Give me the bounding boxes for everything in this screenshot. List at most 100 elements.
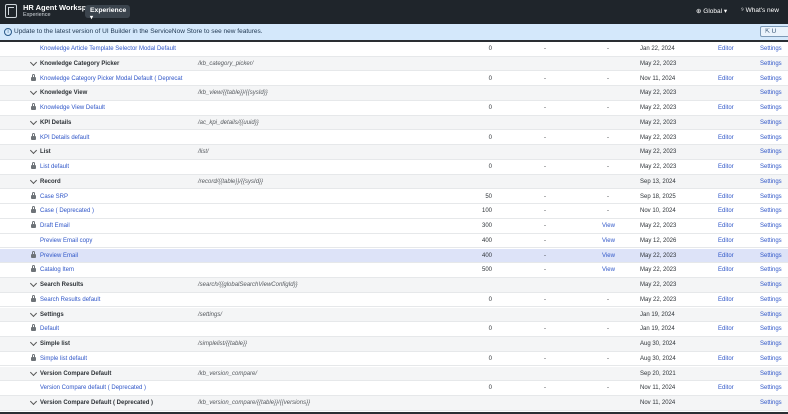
page-variant-row[interactable]: Preview Email copy 400 - View May 12, 2026 Ed… — [0, 234, 788, 249]
settings-link[interactable]: Settings — [760, 371, 782, 377]
whats-new-label: What's new — [745, 7, 779, 14]
update-button[interactable]: ⇱ U — [760, 26, 788, 37]
page-variant-row[interactable]: Catalog Item 500 - View May 22, 2023 Editor Se… — [0, 263, 788, 278]
settings-link[interactable]: Settings — [760, 149, 782, 155]
page-variant-row[interactable]: Version Compare default ( Deprecated ) 0 -… — [0, 381, 788, 396]
editor-link[interactable]: Editor — [718, 253, 734, 259]
route-group-row[interactable]: Version Compare Default/kb_version_compa… — [0, 366, 788, 382]
settings-link[interactable]: Settings — [760, 90, 782, 96]
settings-link[interactable]: Settings — [760, 208, 782, 214]
route-group-row[interactable]: Simple list/simplelist/{{table}} Aug 30, … — [0, 337, 788, 352]
route-group-row[interactable]: Record/record/{{table}}/{{sysId}} Sep 13,… — [0, 174, 788, 190]
route-group-row[interactable]: List/list/May 22, 2023 Settings — [0, 145, 788, 160]
page-variant-row[interactable]: Search Results default 0 - - May 22, 2023 Edi… — [0, 293, 788, 308]
global-scope-picker[interactable]: ⊕ Global ▾ — [696, 7, 727, 15]
settings-link[interactable]: Settings — [760, 223, 782, 229]
variant-name-link[interactable]: Default — [40, 326, 59, 332]
page-variant-row[interactable]: KPI Details default 0 - - May 22, 2023 Editor… — [0, 131, 788, 146]
editor-link[interactable]: Editor — [718, 135, 734, 141]
page-variant-row[interactable]: Case SRP 50 - - Sep 18, 2025 Editor Settings — [0, 190, 788, 205]
variant-name-link[interactable]: Case SRP — [40, 194, 68, 200]
settings-link[interactable]: Settings — [760, 312, 782, 318]
settings-link[interactable]: Settings — [760, 282, 782, 288]
page-variant-row[interactable]: Simple list default 0 - - Aug 30, 2024 Editor… — [0, 352, 788, 367]
editor-link[interactable]: Editor — [718, 297, 734, 303]
variant-name-link[interactable]: Knowledge Category Picker Modal Default … — [40, 76, 182, 82]
variant-name-link[interactable]: Knowledge View Default — [40, 105, 105, 111]
settings-link[interactable]: Settings — [760, 253, 782, 259]
editor-link[interactable]: Editor — [718, 76, 734, 82]
settings-link[interactable]: Settings — [760, 46, 782, 52]
settings-link[interactable]: Settings — [760, 120, 782, 126]
editor-link[interactable]: Editor — [718, 208, 734, 214]
variant-name-link[interactable]: Draft Email — [40, 223, 70, 229]
view-link[interactable]: View — [602, 223, 615, 229]
variant-name-link[interactable]: Preview Email copy — [40, 238, 92, 244]
settings-link[interactable]: Settings — [760, 297, 782, 303]
editor-link[interactable]: Editor — [718, 46, 734, 52]
chevron-down-icon[interactable] — [29, 309, 38, 317]
variant-preview: - — [607, 134, 609, 141]
settings-link[interactable]: Settings — [760, 326, 782, 332]
page-variant-row[interactable]: Knowledge View Default 0 - - May 22, 2023 Edi… — [0, 101, 788, 116]
variant-name-link[interactable]: Catalog Item — [40, 267, 74, 273]
editor-link[interactable]: Editor — [718, 267, 734, 273]
chevron-down-icon[interactable] — [29, 397, 38, 406]
chevron-down-icon[interactable] — [29, 368, 38, 376]
experience-menu-button[interactable]: Experience ▾ — [85, 5, 130, 21]
settings-link[interactable]: Settings — [760, 341, 782, 347]
variant-name-link[interactable]: List default — [40, 164, 69, 170]
page-variant-row[interactable]: Knowledge Category Picker Modal Default … — [0, 72, 788, 87]
settings-link[interactable]: Settings — [760, 61, 782, 67]
variant-name-link[interactable]: Simple list default — [40, 356, 87, 362]
page-variant-row[interactable]: Draft Email 300 - View May 22, 2023 Editor Set… — [0, 219, 788, 234]
page-variant-row[interactable]: Preview Email 400 - View May 22, 2023 Editor S… — [0, 248, 788, 264]
settings-link[interactable]: Settings — [760, 76, 782, 82]
settings-link[interactable]: Settings — [760, 385, 782, 391]
settings-link[interactable]: Settings — [760, 356, 782, 362]
view-link[interactable]: View — [602, 238, 615, 244]
chevron-down-icon[interactable] — [29, 338, 38, 347]
variant-name-link[interactable]: Case ( Deprecated ) — [40, 208, 94, 214]
editor-link[interactable]: Editor — [718, 194, 734, 200]
variant-name-link[interactable]: KPI Details default — [40, 135, 89, 141]
variant-name-link[interactable]: Knowledge Article Template Selector Moda… — [40, 46, 176, 52]
editor-link[interactable]: Editor — [718, 385, 734, 391]
route-group-row[interactable]: Settings/settings/Jan 19, 2024 Settings — [0, 307, 788, 323]
settings-link[interactable]: Settings — [760, 105, 782, 111]
editor-link[interactable]: Editor — [718, 223, 734, 229]
view-link[interactable]: View — [602, 253, 615, 259]
variant-name-link[interactable]: Search Results default — [40, 297, 100, 303]
page-variant-row[interactable]: Knowledge Article Template Selector Moda… — [0, 42, 788, 57]
chevron-down-icon[interactable] — [29, 88, 38, 96]
route-group-row[interactable]: Knowledge View/kb_view/{{table}}/{{sysId… — [0, 86, 788, 101]
settings-link[interactable]: Settings — [760, 179, 782, 185]
settings-link[interactable]: Settings — [760, 135, 782, 141]
settings-link[interactable]: Settings — [760, 238, 782, 244]
view-link[interactable]: View — [602, 267, 615, 273]
editor-link[interactable]: Editor — [718, 356, 734, 362]
route-group-row[interactable]: Version Compare Default ( Deprecated ) /k… — [0, 396, 788, 411]
settings-link[interactable]: Settings — [760, 267, 782, 273]
settings-link[interactable]: Settings — [760, 194, 782, 200]
editor-link[interactable]: Editor — [718, 105, 734, 111]
page-variant-row[interactable]: Default 0 - - Jan 19, 2024 Editor Settings — [0, 322, 788, 337]
chevron-down-icon[interactable] — [29, 147, 38, 155]
chevron-down-icon[interactable] — [29, 279, 38, 288]
settings-link[interactable]: Settings — [760, 164, 782, 170]
whats-new-button[interactable]: ⁹ What's new — [741, 7, 779, 14]
settings-link[interactable]: Settings — [760, 400, 782, 406]
route-group-row[interactable]: Knowledge Category Picker/kb_category_pi… — [0, 56, 788, 72]
chevron-down-icon[interactable] — [29, 58, 38, 66]
chevron-down-icon[interactable] — [29, 176, 38, 184]
editor-link[interactable]: Editor — [718, 238, 734, 244]
page-variant-row[interactable]: List default 0 - - May 22, 2023 Editor Setting… — [0, 160, 788, 175]
variant-name-link[interactable]: Preview Email — [40, 253, 78, 259]
variant-name-link[interactable]: Version Compare default ( Deprecated ) — [40, 385, 146, 391]
editor-link[interactable]: Editor — [718, 326, 734, 332]
chevron-down-icon[interactable] — [29, 117, 38, 125]
page-variant-row[interactable]: Case ( Deprecated ) 100 - - Nov 10, 2024 Edit… — [0, 204, 788, 219]
editor-link[interactable]: Editor — [718, 164, 734, 170]
route-group-row[interactable]: KPI Details/ac_kpi_details/{{uuid}} May 2… — [0, 115, 788, 131]
route-group-row[interactable]: Search Results/search/{{globalSearchView… — [0, 278, 788, 293]
